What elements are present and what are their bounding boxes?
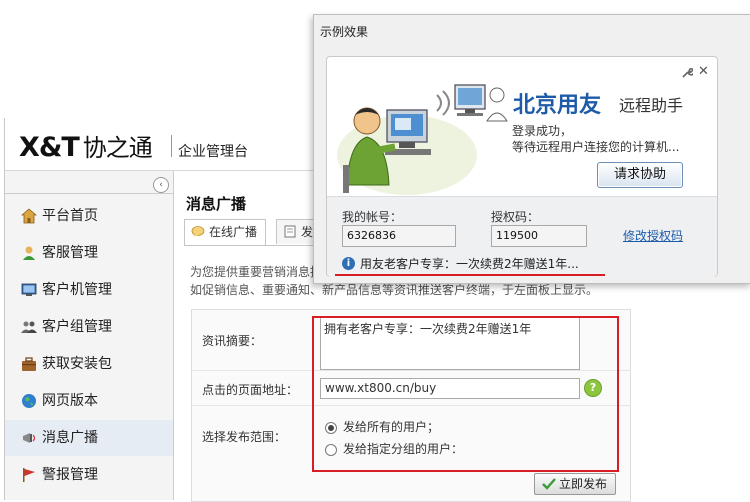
brand-subtitle: 企业管理台 [178,144,248,160]
sidebar-item-label: 警报管理 [42,467,98,483]
auth-code-field[interactable]: 119500 [491,225,587,247]
page-title: 消息广播 [186,195,247,213]
sidebar-item-service[interactable]: 客服管理 [5,235,173,271]
user-group-icon [21,321,37,333]
sidebar-item-home[interactable]: 平台首页 [5,198,173,234]
remote-assistant-brand: 北京用友 [513,93,602,118]
remote-assistant-panel: ✕ 北京用友 远程助手 登录成功， 等待远程用户连接您的计算机... 请求协助 [326,56,718,277]
sidebar: ‹ 平台首页 客服管理 客户机管理 客户组管理 获取安装包 网页版本 消息广播 … [5,171,174,500]
brand-logo: X&T 协之通 [19,128,153,163]
brand-logo-text: X&T [19,132,80,163]
account-label: 我的帐号： [342,210,403,224]
promo-highlight-underline [335,274,605,276]
globe-icon [22,394,36,408]
brand-name: 协之通 [82,134,153,162]
sidebar-item-label: 客户组管理 [42,319,112,335]
sidebar-item-web-version[interactable]: 网页版本 [5,383,173,419]
close-icon[interactable]: ✕ [698,65,709,78]
megaphone-icon [23,433,36,443]
window-title: 示例效果 [320,25,369,39]
change-auth-code-link[interactable]: 修改授权码 [623,227,683,244]
request-help-button[interactable]: 请求协助 [597,162,683,188]
tab-online-broadcast[interactable]: 在线广播 [184,219,267,245]
scope-label: 选择发布范围： [202,430,287,444]
sidebar-item-label: 消息广播 [42,430,98,446]
user-icon [23,246,35,260]
sidebar-item-label: 客户机管理 [42,282,112,298]
tab-label: 在线广播 [209,225,258,239]
user-at-computer-illustration [337,84,508,195]
publish-now-button[interactable]: 立即发布 [534,473,616,495]
home-icon [21,208,37,224]
sidebar-item-broadcast[interactable]: 消息广播 [5,420,173,456]
checkmark-icon [542,478,556,490]
monitor-icon [21,283,37,296]
url-label: 点击的页面地址： [202,383,299,397]
briefcase-icon [22,357,36,371]
sidebar-item-label: 平台首页 [42,208,98,224]
promo-text: 用友老客户专享：一次续费2年赠送1年... [360,257,579,271]
example-popup-window: 示例效果 ✕ 北京用友 远程助手 登录成功， 等待远程用户连接您的计算机... … [313,14,750,284]
status-line-2: 等待远程用户连接您的计算机... [512,140,680,154]
sidebar-item-label: 获取安装包 [42,356,112,372]
sidebar-item-get-installer[interactable]: 获取安装包 [5,346,173,382]
summary-label: 资讯摘要： [202,334,263,348]
sidebar-item-client-machines[interactable]: 客户机管理 [5,272,173,308]
publish-label: 立即发布 [559,477,608,491]
sidebar-item-label: 客服管理 [42,245,98,261]
account-field[interactable]: 6326836 [342,225,456,247]
info-icon: i [342,257,355,270]
sidebar-collapse-icon[interactable]: ‹ [153,177,169,193]
remote-assistant-subtitle: 远程助手 [619,96,684,115]
sidebar-divider [5,193,173,194]
auth-code-label: 授权码： [491,210,540,224]
chat-bubble-icon [191,226,205,237]
tab-label: 发 [301,225,314,239]
brand-divider [171,135,172,157]
document-icon [284,225,296,238]
sidebar-item-alerts[interactable]: 警报管理 [5,457,173,493]
promo-message[interactable]: i 用友老客户专享：一次续费2年赠送1年... [342,256,597,272]
wrench-icon[interactable] [681,67,693,79]
sidebar-item-client-groups[interactable]: 客户组管理 [5,309,173,345]
flag-icon [23,468,35,482]
status-line-1: 登录成功， [512,124,573,138]
sidebar-item-label: 网页版本 [42,393,98,409]
highlight-frame [312,316,619,472]
